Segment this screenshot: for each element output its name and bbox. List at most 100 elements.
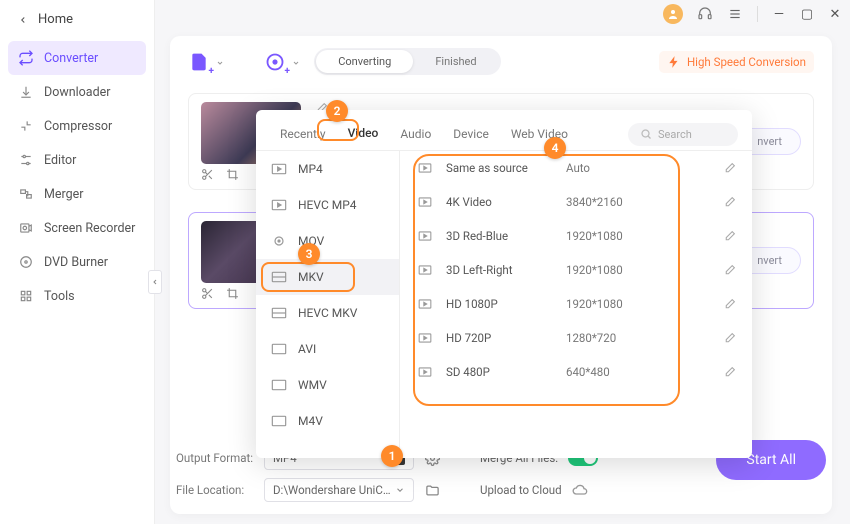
toolbar: + + Converting Finished High Speed Conve… — [188, 48, 814, 75]
resolution-item[interactable]: Same as sourceAuto — [400, 151, 752, 185]
resolution-name: 4K Video — [446, 195, 566, 209]
cloud-icon[interactable] — [572, 482, 588, 498]
resolution-item[interactable]: HD 1080P1920*1080 — [400, 287, 752, 321]
resolution-name: HD 720P — [446, 331, 566, 345]
edit-preset-icon[interactable] — [723, 264, 736, 277]
format-mp4[interactable]: MP4 — [256, 151, 399, 187]
back-home[interactable]: Home — [0, 4, 154, 37]
format-mov[interactable]: MOV — [256, 223, 399, 259]
sidebar-item-downloader[interactable]: Downloader — [8, 75, 146, 109]
sidebar-item-dvd-burner[interactable]: DVD Burner — [8, 245, 146, 279]
sidebar-item-label: Converter — [44, 51, 98, 66]
play-icon — [416, 264, 434, 276]
edit-preset-icon[interactable] — [723, 162, 736, 175]
tab-video[interactable]: Video — [338, 118, 389, 150]
download-icon — [18, 84, 34, 100]
play-icon — [416, 298, 434, 310]
window-close[interactable]: ✕ — [828, 7, 842, 22]
editor-icon — [18, 152, 34, 168]
format-m4v[interactable]: M4V — [256, 403, 399, 439]
converter-icon — [18, 50, 34, 66]
format-mkv[interactable]: MKV — [256, 259, 399, 295]
resolution-item[interactable]: 3D Red-Blue1920*1080 — [400, 219, 752, 253]
sidebar-item-label: Compressor — [44, 119, 112, 134]
add-disc-button[interactable]: + — [264, 51, 286, 73]
high-speed-conversion[interactable]: High Speed Conversion — [659, 51, 814, 73]
sidebar-item-label: Editor — [44, 153, 76, 168]
resolution-dim: 1920*1080 — [566, 263, 723, 277]
tab-recently[interactable]: Recently — [270, 119, 336, 149]
format-avi[interactable]: AVI — [256, 331, 399, 367]
headset-icon[interactable] — [697, 6, 713, 22]
resolution-name: HD 1080P — [446, 297, 566, 311]
play-icon — [416, 162, 434, 174]
file-location-select[interactable]: D:\Wondershare UniConverter 1 — [264, 478, 414, 502]
folder-icon[interactable] — [424, 483, 440, 498]
sidebar-item-compressor[interactable]: Compressor — [8, 109, 146, 143]
home-label: Home — [38, 12, 73, 27]
segmented-status[interactable]: Converting Finished — [314, 48, 500, 75]
resolution-dim: 640*480 — [566, 365, 723, 379]
scissors-icon[interactable] — [201, 287, 214, 300]
resolution-dim: 1280*720 — [566, 331, 723, 345]
sidebar-nav: Converter Downloader Compressor Editor M… — [0, 37, 154, 317]
play-icon — [416, 230, 434, 242]
sidebar-item-label: Downloader — [44, 85, 111, 100]
edit-preset-icon[interactable] — [723, 298, 736, 311]
divider — [757, 6, 758, 22]
resolution-item[interactable]: HD 720P1280*720 — [400, 321, 752, 355]
resolution-dim: 3840*2160 — [566, 195, 723, 209]
format-hevc-mp4[interactable]: HEVC MP4 — [256, 187, 399, 223]
window-maximize[interactable]: ▢ — [800, 7, 814, 22]
search-icon — [640, 128, 652, 140]
avatar[interactable] — [663, 4, 683, 24]
format-picker: Recently Video Audio Device Web Video Se… — [256, 110, 752, 458]
sidebar-item-label: Tools — [44, 289, 75, 304]
crop-icon[interactable] — [226, 168, 239, 181]
scissors-icon[interactable] — [201, 168, 214, 181]
sidebar-item-tools[interactable]: Tools — [8, 279, 146, 313]
add-file-button[interactable]: + — [188, 51, 210, 73]
edit-preset-icon[interactable] — [723, 332, 736, 345]
edit-preset-icon[interactable] — [723, 196, 736, 209]
format-wmv[interactable]: WMV — [256, 367, 399, 403]
resolution-item[interactable]: 3D Left-Right1920*1080 — [400, 253, 752, 287]
resolution-name: Same as source — [446, 161, 566, 175]
window-minimize[interactable]: — — [772, 7, 786, 22]
tab-audio[interactable]: Audio — [390, 119, 441, 149]
sidebar: Home Converter Downloader Compressor Edi… — [0, 0, 155, 524]
play-icon — [416, 366, 434, 378]
tab-converting[interactable]: Converting — [316, 50, 413, 73]
resolution-name: SD 480P — [446, 365, 566, 379]
chevron-down-icon — [395, 485, 405, 495]
crop-icon[interactable] — [226, 287, 239, 300]
sidebar-item-converter[interactable]: Converter — [8, 41, 146, 75]
collapse-sidebar[interactable] — [148, 270, 162, 294]
video-file-icon — [270, 306, 288, 320]
video-file-icon — [270, 414, 288, 428]
edit-preset-icon[interactable] — [723, 366, 736, 379]
tab-finished[interactable]: Finished — [413, 50, 498, 73]
sidebar-item-screen-recorder[interactable]: Screen Recorder — [8, 211, 146, 245]
callout-1: 1 — [381, 445, 403, 467]
sidebar-item-merger[interactable]: Merger — [8, 177, 146, 211]
video-file-icon — [270, 162, 288, 176]
recorder-icon — [18, 220, 34, 236]
edit-preset-icon[interactable] — [723, 230, 736, 243]
callout-2: 2 — [326, 100, 348, 122]
menu-icon[interactable] — [727, 6, 743, 22]
upload-label: Upload to Cloud — [480, 483, 562, 497]
search-input[interactable]: Search — [628, 123, 738, 146]
resolution-item[interactable]: SD 480P640*480 — [400, 355, 752, 389]
tab-webvideo[interactable]: Web Video — [501, 119, 578, 149]
sidebar-item-editor[interactable]: Editor — [8, 143, 146, 177]
tab-device[interactable]: Device — [443, 119, 499, 149]
file-location-label: File Location: — [176, 483, 254, 497]
video-file-icon — [270, 270, 288, 284]
resolution-item[interactable]: 4K Video3840*2160 — [400, 185, 752, 219]
callout-4: 4 — [544, 137, 566, 159]
format-label: HEVC MP4 — [298, 198, 357, 212]
format-hevc-mkv[interactable]: HEVC MKV — [256, 295, 399, 331]
play-icon — [416, 332, 434, 344]
format-label: AVI — [298, 342, 316, 356]
